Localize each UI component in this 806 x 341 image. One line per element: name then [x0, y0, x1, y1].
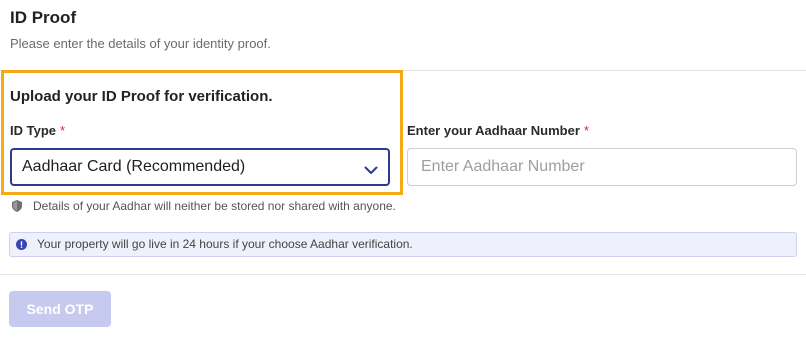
section-divider — [0, 274, 806, 275]
id-type-highlight-frame: Upload your ID Proof for verification. I… — [1, 70, 403, 195]
aadhaar-number-input[interactable] — [407, 148, 797, 186]
shield-icon — [12, 200, 22, 212]
required-asterisk: * — [583, 123, 589, 138]
info-banner-text: Your property will go live in 24 hours i… — [37, 237, 413, 251]
id-type-label-text: ID Type — [10, 123, 56, 138]
aadhaar-number-label: Enter your Aadhaar Number * — [407, 123, 589, 139]
id-type-select[interactable]: Aadhaar Card (Recommended) — [10, 148, 390, 186]
privacy-note: Details of your Aadhar will neither be s… — [33, 199, 396, 213]
page-subtitle: Please enter the details of your identit… — [10, 36, 271, 51]
upload-section-heading: Upload your ID Proof for verification. — [10, 88, 273, 105]
chevron-down-icon[interactable] — [364, 162, 378, 174]
send-otp-button[interactable]: Send OTP — [9, 291, 111, 327]
page-title: ID Proof — [10, 8, 77, 27]
send-otp-label: Send OTP — [26, 301, 94, 317]
required-asterisk: * — [60, 123, 66, 138]
aadhaar-number-label-text: Enter your Aadhaar Number — [407, 123, 580, 138]
id-type-selected-value: Aadhaar Card (Recommended) — [22, 158, 246, 175]
id-type-label: ID Type * — [10, 123, 65, 139]
info-banner: Your property will go live in 24 hours i… — [9, 232, 797, 257]
info-icon — [16, 239, 27, 250]
